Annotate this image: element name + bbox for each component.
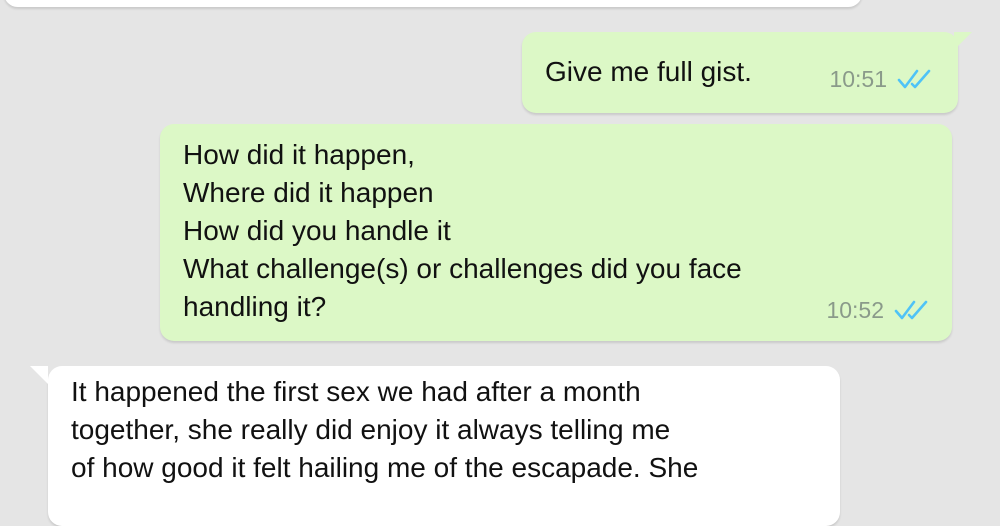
double-check-icon (897, 69, 931, 89)
message-bubble-outgoing[interactable]: How did it happen, Where did it happen H… (160, 124, 952, 341)
message-text: How did it happen, Where did it happen H… (183, 139, 742, 322)
double-check-icon (894, 300, 928, 320)
message-time: 10:51 (829, 66, 887, 92)
message-text: Give me full gist. (545, 56, 752, 87)
message-time: 10:52 (826, 297, 884, 323)
message-bubble-incoming[interactable]: It happened the first sex we had after a… (30, 366, 840, 526)
message-text: It happened the first sex we had after a… (71, 376, 699, 483)
chat-area: Give me full gist. 10:51 How did it happ… (0, 0, 1000, 526)
message-bubble-previous[interactable] (4, 0, 862, 7)
message-bubble-outgoing[interactable]: Give me full gist. 10:51 (522, 32, 972, 113)
message-meta: 10:51 (829, 60, 933, 98)
message-meta: 10:52 (826, 291, 930, 329)
